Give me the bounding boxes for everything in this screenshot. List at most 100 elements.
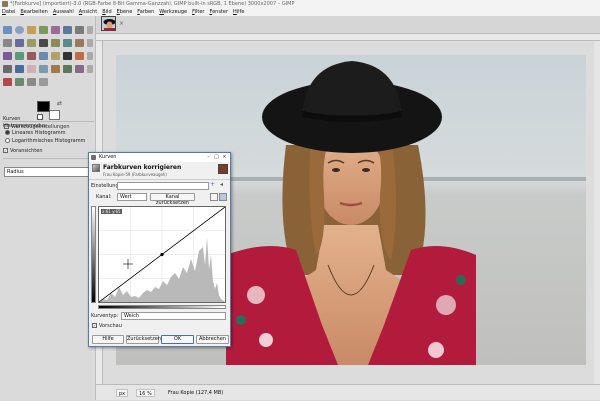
blend-tool-icon[interactable] xyxy=(87,52,93,60)
background-color-swatch[interactable] xyxy=(49,110,60,120)
close-tab-icon[interactable]: × xyxy=(119,20,124,27)
unit-select[interactable]: px xyxy=(116,389,129,397)
add-preset-icon[interactable]: + xyxy=(210,181,215,188)
radio-linear-indicator[interactable] xyxy=(5,130,10,135)
tool-options-section: Kurven xyxy=(3,116,21,122)
ok-button[interactable]: OK xyxy=(161,335,194,344)
ink-tool-icon[interactable] xyxy=(51,65,60,73)
flip-tool-icon[interactable] xyxy=(27,52,36,60)
toolbox: ⇄ Werkzeugeinstellungen Kurven Histogram… xyxy=(0,16,96,400)
zoom-tool-icon[interactable] xyxy=(15,39,24,47)
reset-button[interactable]: Zurücksetzen xyxy=(126,335,161,344)
color-picker-tool-icon[interactable] xyxy=(3,39,12,47)
dodge-burn-tool-icon[interactable] xyxy=(39,78,48,86)
help-button[interactable]: Hilfe xyxy=(92,335,124,344)
menu-werkzeuge[interactable]: Werkzeuge xyxy=(159,8,187,16)
portrait-thumbnail-icon xyxy=(102,17,115,30)
menu-hilfe[interactable]: Hilfe xyxy=(233,8,244,16)
histogram-mode-label: Histogrammodus xyxy=(3,123,46,129)
radio-linear-histogram[interactable]: Lineares Histogramm xyxy=(5,130,66,136)
radio-log-indicator[interactable] xyxy=(5,138,10,143)
rotate-tool-icon[interactable] xyxy=(75,39,84,47)
perspective-clone-tool-icon[interactable] xyxy=(3,78,12,86)
scale-tool-icon[interactable] xyxy=(87,39,93,47)
curve-type-label: Kurventyp: xyxy=(91,313,119,319)
clone-tool-icon[interactable] xyxy=(75,65,84,73)
pencil-tool-icon[interactable] xyxy=(3,65,12,73)
smudge-tool-icon[interactable] xyxy=(27,78,36,86)
curve-type-combo[interactable]: Weich xyxy=(121,312,226,320)
align-tool-icon[interactable] xyxy=(51,39,60,47)
move-tool-icon[interactable] xyxy=(39,39,48,47)
rect-select-tool-icon[interactable] xyxy=(3,26,12,34)
curves-icon xyxy=(92,164,100,172)
preset-menu-icon[interactable]: ◂ xyxy=(220,181,223,188)
swap-colors-icon[interactable]: ⇄ xyxy=(57,100,62,107)
paths-tool-icon[interactable] xyxy=(87,26,93,34)
radio-log-histogram[interactable]: Logarithmisches Histogramm xyxy=(5,138,85,144)
presets-combo[interactable] xyxy=(117,182,209,190)
fuzzy-select-tool-icon[interactable] xyxy=(39,26,48,34)
eraser-tool-icon[interactable] xyxy=(27,65,36,73)
horizontal-ruler[interactable] xyxy=(96,34,600,41)
window-title: *[Farbkurve] (importiert)-3.0 (RGB-Farbe… xyxy=(10,1,295,7)
menu-ebene[interactable]: Ebene xyxy=(117,8,133,16)
dialog-titlebar[interactable]: Kurven – □ × xyxy=(89,153,230,162)
channel-combo[interactable]: Wert xyxy=(117,193,147,201)
dialog-window-title: Kurven xyxy=(99,154,117,160)
cage-tool-icon[interactable] xyxy=(39,52,48,60)
menubar: Datei Bearbeiten Auswahl Ansicht Bild Eb… xyxy=(0,8,600,16)
close-icon[interactable]: × xyxy=(221,154,228,160)
menu-auswahl[interactable]: Auswahl xyxy=(53,8,74,16)
zoom-select[interactable]: 16 % xyxy=(136,389,155,397)
vertical-scrollbar[interactable] xyxy=(594,41,600,384)
linear-histogram-icon[interactable] xyxy=(210,193,218,201)
warp-tool-icon[interactable] xyxy=(51,52,60,60)
foreground-select-tool-icon[interactable] xyxy=(75,26,84,34)
menu-datei[interactable]: Datei xyxy=(2,8,15,16)
preview-checkbox-label: Voransichten xyxy=(10,148,43,154)
menu-bearbeiten[interactable]: Bearbeiten xyxy=(20,8,47,16)
perspective-tool-icon[interactable] xyxy=(15,52,24,60)
menu-bild[interactable]: Bild xyxy=(102,8,111,16)
channel-label: Kanal: xyxy=(96,194,112,200)
foreground-color-swatch[interactable] xyxy=(37,101,50,112)
menu-ansicht[interactable]: Ansicht xyxy=(79,8,97,16)
window-titlebar: *[Farbkurve] (importiert)-3.0 (RGB-Farbe… xyxy=(0,0,600,8)
radius-field-label: Radius xyxy=(7,169,24,175)
free-select-tool-icon[interactable] xyxy=(27,26,36,34)
image-tab-thumbnail[interactable] xyxy=(101,16,116,31)
radius-field[interactable]: Radius xyxy=(4,167,90,177)
preview-row[interactable]: ✓ Vorschau xyxy=(92,323,122,329)
color-select-tool-icon[interactable] xyxy=(51,26,60,34)
curves-graph[interactable]: x:61 y:65 xyxy=(98,206,226,303)
curves-plot xyxy=(98,206,226,303)
minimize-icon[interactable]: – xyxy=(205,154,212,160)
reset-channel-button[interactable]: Kanal zurücksetzen xyxy=(150,193,195,206)
blur-tool-icon[interactable] xyxy=(15,78,24,86)
scissors-tool-icon[interactable] xyxy=(63,26,72,34)
reset-colors-icon[interactable] xyxy=(37,114,43,120)
measure-tool-icon[interactable] xyxy=(27,39,36,47)
text-tool-icon[interactable] xyxy=(63,52,72,60)
cancel-button[interactable]: Abbrechen xyxy=(196,335,229,344)
heal-tool-icon[interactable] xyxy=(87,65,93,73)
coordinate-readout: x:61 y:65 xyxy=(101,209,122,214)
maximize-icon[interactable]: □ xyxy=(213,154,220,160)
preview-checkbox[interactable]: ✓ xyxy=(3,148,8,153)
ellipse-select-tool-icon[interactable] xyxy=(15,26,24,34)
preview-checkbox-row[interactable]: ✓ Voransichten xyxy=(3,148,43,154)
log-histogram-icon[interactable] xyxy=(219,193,227,201)
menu-farben[interactable]: Farben xyxy=(137,8,154,16)
bucket-fill-tool-icon[interactable] xyxy=(75,52,84,60)
paintbrush-tool-icon[interactable] xyxy=(15,65,24,73)
menu-filter[interactable]: Filter xyxy=(192,8,204,16)
vertical-gradient-ramp xyxy=(91,206,96,303)
mypaint-brush-tool-icon[interactable] xyxy=(63,65,72,73)
menu-fenster[interactable]: Fenster xyxy=(209,8,228,16)
crop-tool-icon[interactable] xyxy=(63,39,72,47)
curve-type-value: Weich xyxy=(124,313,140,319)
preview-dialog-checkbox[interactable]: ✓ xyxy=(92,323,97,328)
shear-tool-icon[interactable] xyxy=(3,52,12,60)
airbrush-tool-icon[interactable] xyxy=(39,65,48,73)
